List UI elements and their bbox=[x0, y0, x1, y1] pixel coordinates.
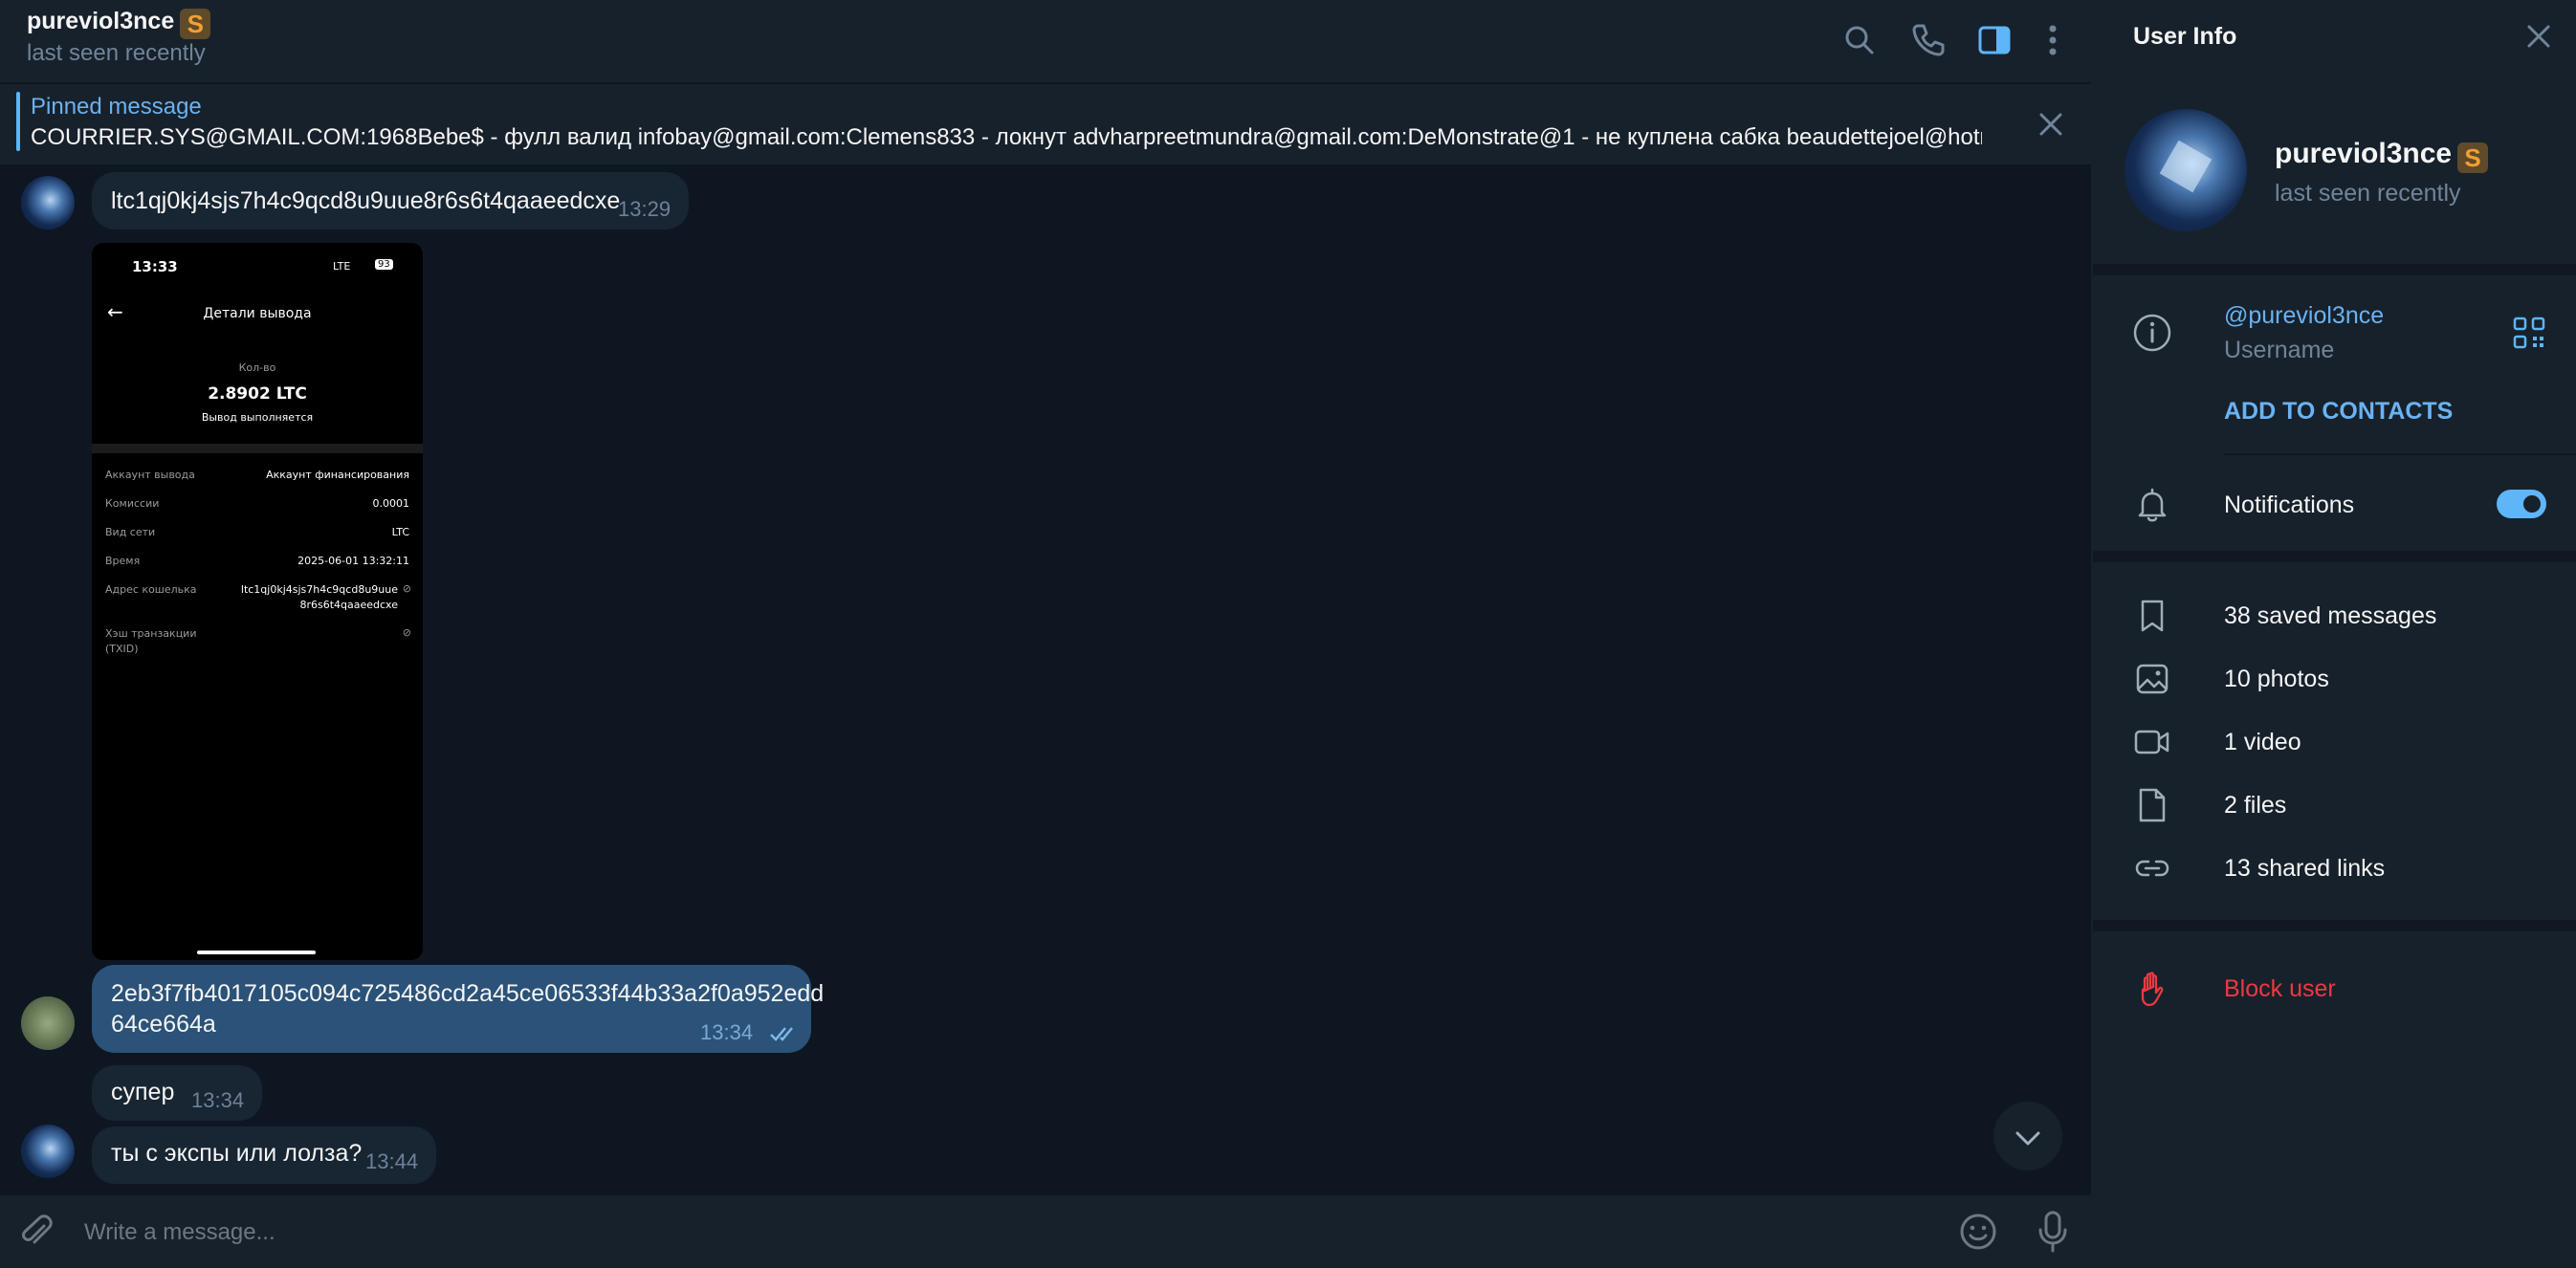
profile-name: pureviol3nce S bbox=[2275, 138, 2489, 173]
user-info-panel: User Info pureviol3nce S last seen recent… bbox=[2093, 0, 2576, 1268]
media-row-label: 10 photos bbox=[2224, 666, 2329, 692]
pinned-message-bar[interactable]: Pinned message COURRIER.SYS@GMAIL.COM:19… bbox=[0, 84, 2091, 164]
message-composer bbox=[0, 1195, 2091, 1268]
info-icon bbox=[2133, 314, 2171, 352]
home-indicator bbox=[197, 951, 316, 954]
video-icon bbox=[2134, 730, 2169, 754]
add-to-contacts-button[interactable]: ADD TO CONTACTS bbox=[2224, 398, 2453, 426]
section-divider bbox=[2093, 551, 2576, 562]
photo-addr-line1: ltc1qj0kj4sjs7h4c9qcd8u9uue bbox=[240, 583, 398, 596]
more-menu-icon[interactable] bbox=[2032, 19, 2074, 61]
profile-name-text: pureviol3nce bbox=[2275, 138, 2453, 169]
double-check-icon bbox=[770, 1027, 793, 1041]
scroll-down-button[interactable] bbox=[1993, 1102, 2062, 1170]
message-time: 13:29 bbox=[618, 197, 672, 221]
pinned-label: Pinned message bbox=[31, 94, 202, 120]
sender-avatar[interactable] bbox=[21, 1125, 75, 1178]
message-input[interactable] bbox=[82, 1213, 1904, 1253]
avatar-crystal bbox=[2159, 140, 2213, 193]
photo-row-value: Аккаунт финансирования bbox=[266, 469, 409, 481]
sender-avatar[interactable] bbox=[21, 176, 75, 230]
photo-header: Детали вывода bbox=[203, 306, 312, 321]
photo-network: LTE bbox=[333, 260, 351, 273]
link-icon bbox=[2135, 860, 2169, 877]
section-divider bbox=[2093, 920, 2576, 931]
photo-qty-label: Кол-во bbox=[238, 361, 276, 374]
profile-status: last seen recently bbox=[2275, 180, 2461, 207]
pinned-accent-bar bbox=[16, 92, 20, 151]
photo-row-value: 2025-06-01 13:32:11 bbox=[297, 555, 409, 567]
bell-icon bbox=[2138, 488, 2167, 522]
chat-title-text: pureviol3nce bbox=[27, 8, 175, 34]
message-text-line2: 64ce664a bbox=[111, 1011, 216, 1038]
chevron-down-icon bbox=[2015, 1131, 2040, 1146]
photo-row-value: LTC bbox=[391, 526, 409, 538]
notifications-label: Notifications bbox=[2224, 492, 2355, 518]
qr-code-icon[interactable] bbox=[2510, 314, 2548, 352]
photo-separator bbox=[92, 444, 423, 453]
premium-badge-icon: S bbox=[180, 9, 211, 39]
file-icon bbox=[2139, 788, 2166, 822]
photo-clock: 13:33 bbox=[132, 258, 178, 275]
photo-row-label: Вид сети bbox=[105, 526, 156, 538]
chat-status: last seen recently bbox=[27, 40, 206, 66]
photo-battery: 93 bbox=[375, 259, 393, 270]
pinned-text: COURRIER.SYS@GMAIL.COM:1968Bebe$ - фулл … bbox=[31, 124, 1982, 150]
message-time: 13:34 bbox=[700, 1020, 754, 1044]
photo-row-label: Аккаунт вывода bbox=[105, 469, 195, 481]
copy-link-icon: ⊘ bbox=[402, 582, 411, 595]
panel-header: User Info bbox=[2133, 23, 2237, 50]
emoji-icon[interactable] bbox=[1957, 1211, 1999, 1253]
premium-badge-icon: S bbox=[2457, 142, 2489, 173]
notifications-toggle[interactable] bbox=[2497, 490, 2546, 518]
toggle-knob bbox=[2521, 492, 2543, 515]
photo-addr-line2: 8r6s6t4qaaeedcxe bbox=[299, 599, 398, 611]
message-time: 13:34 bbox=[191, 1088, 245, 1112]
message-bubble[interactable]: ты с экспы или лолза? 13:44 bbox=[92, 1126, 436, 1184]
photo-amount: 2.8902 LTC bbox=[208, 384, 307, 404]
section-divider bbox=[2093, 264, 2576, 275]
message-text-line1: 2eb3f7fb4017105c094c725486cd2a45ce06533f… bbox=[111, 980, 825, 1007]
chat-area: pureviol3nce S last seen recently Pinned … bbox=[0, 0, 2091, 1268]
bookmark-icon bbox=[2141, 600, 2164, 632]
media-row-label: 2 files bbox=[2224, 792, 2287, 819]
media-row-label: 13 shared links bbox=[2224, 855, 2386, 882]
chat-header[interactable]: pureviol3nce S last seen recently bbox=[0, 0, 2091, 82]
photo-message[interactable]: 13:33 LTE 93 ← Детали вывода Кол-во 2.89… bbox=[92, 243, 423, 960]
message-time: 13:44 bbox=[365, 1149, 419, 1173]
close-pinned-icon[interactable] bbox=[2034, 107, 2068, 142]
photo-row-value: 0.0001 bbox=[372, 497, 410, 510]
photo-row-label: Комиссии bbox=[105, 497, 160, 510]
username-label: Username bbox=[2224, 337, 2335, 363]
photo-txid-label-2: (TXID) bbox=[105, 643, 139, 655]
message-text: ты с экспы или лолза? bbox=[111, 1140, 363, 1167]
media-row-label: 38 saved messages bbox=[2224, 602, 2437, 629]
block-user-label: Block user bbox=[2224, 975, 2336, 1002]
copy-link-icon: ⊘ bbox=[402, 626, 411, 639]
message-text: супер bbox=[111, 1079, 175, 1105]
close-panel-icon[interactable] bbox=[2521, 19, 2556, 54]
photo-addr-label: Адрес кошелька bbox=[105, 583, 197, 596]
photo-txid-label: Хэш транзакции bbox=[105, 627, 197, 640]
message-bubble[interactable]: ltc1qj0kj4sjs7h4c9qcd8u9uue8r6s6t4qaaeed… bbox=[92, 172, 689, 230]
search-icon[interactable] bbox=[1838, 19, 1881, 61]
my-avatar[interactable] bbox=[21, 996, 75, 1050]
chat-title[interactable]: pureviol3nce S bbox=[27, 8, 211, 39]
message-bubble[interactable]: супер 13:34 bbox=[92, 1065, 262, 1121]
message-text: ltc1qj0kj4sjs7h4c9qcd8u9uue8r6s6t4qaaeed… bbox=[111, 187, 621, 214]
hand-block-icon bbox=[2141, 972, 2164, 1007]
microphone-icon[interactable] bbox=[2032, 1209, 2074, 1255]
photo-icon bbox=[2136, 664, 2169, 694]
message-bubble-outgoing[interactable]: 2eb3f7fb4017105c094c725486cd2a45ce06533f… bbox=[92, 965, 824, 1053]
photo-row-label: Время bbox=[105, 555, 141, 567]
photo-progress: Вывод выполняется bbox=[201, 411, 314, 424]
attach-icon[interactable] bbox=[17, 1213, 55, 1251]
phone-icon[interactable] bbox=[1907, 19, 1949, 61]
profile-avatar[interactable] bbox=[2125, 109, 2247, 231]
media-row-label: 1 video bbox=[2224, 729, 2301, 755]
row-separator bbox=[2224, 453, 2576, 455]
sidebar-toggle-icon[interactable] bbox=[1973, 19, 2015, 61]
username-link[interactable]: @pureviol3nce bbox=[2224, 302, 2384, 330]
